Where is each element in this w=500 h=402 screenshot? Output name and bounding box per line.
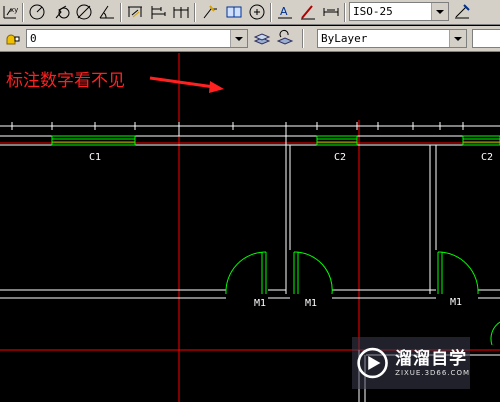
dimension-line xyxy=(0,122,500,130)
dimension-edit-icon[interactable]: A xyxy=(275,2,295,22)
window-label-c1: C1 xyxy=(89,152,101,163)
dimension-text-edit-icon[interactable] xyxy=(298,2,318,22)
color-value: ByLayer xyxy=(321,32,368,45)
baseline-dimension-icon[interactable] xyxy=(148,2,168,22)
chevron-down-icon[interactable] xyxy=(449,30,466,47)
layer-select[interactable]: 0 xyxy=(26,29,248,48)
center-mark-icon[interactable] xyxy=(247,2,267,22)
dimension-style-select[interactable]: ISO-25 xyxy=(349,2,449,21)
ordinate-dimension-icon[interactable]: xy xyxy=(0,2,20,22)
windows xyxy=(51,135,500,146)
annotation-arrow xyxy=(149,76,224,93)
window-label-c2-right: C2 xyxy=(481,152,493,163)
watermark-title: 溜溜自学 xyxy=(395,349,468,369)
layer-toolbar: 0 ByLayer xyxy=(0,26,500,52)
layer-value: 0 xyxy=(30,32,37,45)
layer-previous-icon[interactable] xyxy=(275,28,295,48)
make-object-layer-current-icon[interactable] xyxy=(252,28,272,48)
door-label-m1-middle: M1 xyxy=(305,298,317,309)
dimension-update-icon[interactable] xyxy=(321,2,341,22)
radius-dimension-icon[interactable] xyxy=(27,2,47,22)
quick-leader-icon[interactable] xyxy=(200,2,220,22)
angular-dimension-icon[interactable] xyxy=(97,2,117,22)
color-select[interactable]: ByLayer xyxy=(317,29,467,48)
chevron-down-icon[interactable] xyxy=(431,3,448,20)
jogged-dimension-icon[interactable] xyxy=(51,2,71,22)
diameter-dimension-icon[interactable] xyxy=(74,2,94,22)
svg-text:A: A xyxy=(280,5,288,18)
layer-state-icon[interactable] xyxy=(2,28,22,48)
watermark-url: ZIXUE.3D66.COM xyxy=(395,369,470,377)
tolerance-icon[interactable] xyxy=(224,2,244,22)
play-logo-icon xyxy=(357,347,388,379)
linetype-select[interactable] xyxy=(472,29,500,48)
svg-text:xy: xy xyxy=(10,6,18,14)
door-label-m1: M1 xyxy=(254,298,266,309)
dimension-toolbar: xy A ISO-25 xyxy=(0,0,500,25)
dimension-style-value: ISO-25 xyxy=(353,5,393,18)
watermark: 溜溜自学 ZIXUE.3D66.COM xyxy=(352,337,470,389)
annotation-text: 标注数字看不见 xyxy=(6,71,125,91)
quick-dimension-icon[interactable] xyxy=(125,2,145,22)
door-label-m1-right: M1 xyxy=(450,297,462,308)
continue-dimension-icon[interactable] xyxy=(171,2,191,22)
chevron-down-icon[interactable] xyxy=(230,30,247,47)
dimension-style-manager-icon[interactable] xyxy=(452,2,472,22)
window-label-c2: C2 xyxy=(334,152,346,163)
